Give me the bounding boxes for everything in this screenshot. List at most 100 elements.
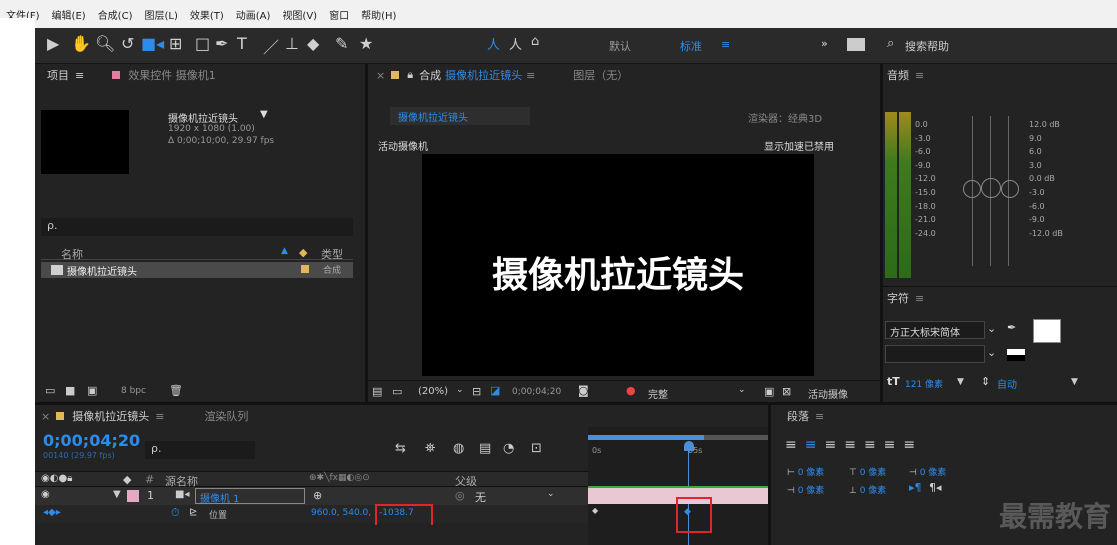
workspace-standard[interactable]: 标准	[680, 38, 702, 54]
zoom-dropdown-icon[interactable]: ⌄	[456, 385, 464, 395]
label-column-icon[interactable]: ◆	[123, 473, 131, 486]
tab-audio[interactable]: 音频	[887, 67, 909, 83]
tab-effect-controls[interactable]: 效果控件 摄像机1	[128, 67, 216, 83]
font-size-value[interactable]: 121 像素	[905, 377, 943, 390]
close-tab-icon[interactable]: ×	[376, 69, 385, 82]
workspace-expand[interactable]: »	[821, 37, 828, 50]
fit-icon[interactable]: ⊟	[472, 385, 481, 398]
selection-tool-icon[interactable]: ▶	[47, 34, 59, 53]
space-after[interactable]: ⊥ 0 像素	[849, 483, 886, 496]
align-center-icon[interactable]: ≡	[805, 437, 825, 453]
position-z-value[interactable]: -1038.7	[379, 508, 414, 518]
character-menu-icon[interactable]: ≡	[915, 292, 924, 305]
tab-paragraph[interactable]: 段落	[787, 408, 809, 424]
rotate-tool-icon[interactable]: ↺	[121, 34, 134, 53]
comp-canvas[interactable]: 摄像机拉近镜头	[422, 154, 814, 376]
eraser-tool-icon[interactable]: ◆	[307, 34, 319, 53]
tab-project[interactable]: 项目	[47, 67, 69, 83]
bit-depth[interactable]: 8 bpc	[121, 386, 146, 396]
timeline-timecode[interactable]: 0;00;04;20	[43, 431, 140, 450]
shy-switch-icon[interactable]: ⊕	[313, 489, 322, 502]
tab-render-queue[interactable]: 渲染队列	[204, 408, 248, 424]
switches-header-icon[interactable]: ⊕✱╲fx▦◐◎⊙	[309, 473, 370, 483]
roto-brush-tool-icon[interactable]: ✎	[335, 34, 348, 53]
pan-behind-tool-icon[interactable]: ⊞	[169, 34, 182, 53]
view-select[interactable]: 活动摄像	[808, 386, 848, 401]
eyedropper-icon[interactable]: ✒	[1007, 321, 1016, 334]
audio-menu-icon[interactable]: ≡	[915, 69, 924, 82]
position-xy-value[interactable]: 960.0, 540.0,	[311, 508, 371, 518]
justify-center-icon[interactable]: ≡	[864, 437, 884, 453]
menu-composition[interactable]: 合成(C)	[98, 7, 133, 22]
new-comp-icon[interactable]: ▣	[87, 384, 97, 397]
clone-stamp-tool-icon[interactable]: ⊥	[285, 34, 299, 53]
av-switches-icon[interactable]: ◉◐●🔒︎	[41, 473, 73, 484]
expand-layer-icon[interactable]: ▼	[113, 489, 121, 500]
fill-color-swatch[interactable]	[1033, 319, 1061, 343]
menu-view[interactable]: 视图(V)	[282, 7, 317, 22]
keyframe-start-icon[interactable]: ◆	[592, 506, 598, 515]
leading-value[interactable]: 自动	[997, 376, 1017, 391]
lock-icon[interactable]: 🔒︎	[407, 68, 413, 82]
audio-knob-left[interactable]	[963, 180, 981, 198]
property-row[interactable]: ◂◆▸ ⏱︎ ⊵ 位置 960.0, 540.0, -1038.7	[35, 504, 588, 534]
project-item-row[interactable]: 摄像机拉近镜头 合成	[41, 262, 353, 278]
visibility-icon[interactable]: ◉	[41, 489, 50, 500]
font-family-select[interactable]: 方正大标宋简体	[885, 321, 985, 339]
pickwhip-icon[interactable]: ◎	[455, 489, 465, 502]
menu-effect[interactable]: 效果(T)	[190, 7, 224, 22]
comp-subtab[interactable]: 摄像机拉近镜头	[390, 107, 530, 125]
mask-visibility-icon[interactable]: ◪	[490, 384, 500, 397]
camera-tool-icon[interactable]: ■◂	[141, 34, 164, 53]
layer-color-label[interactable]	[127, 490, 139, 502]
menu-animation[interactable]: 动画(A)	[236, 7, 271, 22]
keyframe-nav-icon[interactable]: ◂◆▸	[43, 507, 61, 518]
menu-layer[interactable]: 图层(L)	[144, 7, 177, 22]
tab-composition[interactable]: 摄像机拉近镜头	[445, 67, 522, 83]
sort-up-icon[interactable]: ▲	[281, 246, 288, 256]
viewer-timecode[interactable]: 0;00;04;20	[512, 387, 561, 397]
zoom-select[interactable]: (20%)	[418, 386, 448, 397]
rectangle-tool-icon[interactable]: □	[195, 34, 210, 53]
comp-menu-icon[interactable]: ≡	[526, 69, 535, 82]
time-graph[interactable]: 0s 05s ◆ ◆	[588, 427, 768, 545]
view-axis-icon[interactable]: ⌂	[531, 34, 539, 49]
style-dropdown-icon[interactable]: ⌄	[987, 346, 996, 359]
align-left-icon[interactable]: ≡	[785, 437, 805, 453]
color-swap-icon[interactable]	[1007, 349, 1025, 361]
quality-select[interactable]: 完整	[648, 386, 668, 401]
menu-edit[interactable]: 编辑(E)	[52, 7, 86, 22]
dropdown-arrow-icon[interactable]: ▼	[260, 109, 268, 120]
world-axis-icon[interactable]: 人	[509, 34, 522, 53]
stopwatch-icon[interactable]: ⏱︎	[171, 506, 180, 520]
snapshot-icon[interactable]: ▤	[372, 385, 382, 398]
frame-blending-icon[interactable]: ▤	[479, 441, 491, 456]
next-layer-row[interactable]	[35, 525, 588, 545]
layer-row[interactable]: ◉ ▼ 1 ■◂ 摄像机 1 ⊕ ◎ 无 ⌄	[35, 487, 588, 505]
shy-layers-icon[interactable]: ◍	[453, 441, 464, 456]
audio-knob-master[interactable]	[981, 178, 1001, 198]
new-folder-icon[interactable]: ■	[65, 384, 75, 397]
timeline-search-input[interactable]: ρ.	[145, 441, 255, 459]
workspace-menu-icon[interactable]: ≡	[721, 38, 730, 51]
playhead-handle[interactable]	[684, 441, 694, 451]
comp-flowchart-icon[interactable]: ⇆	[395, 441, 406, 456]
menu-window[interactable]: 窗口	[329, 7, 349, 22]
space-before[interactable]: ⊤ 0 像素	[849, 465, 886, 478]
justify-right-icon[interactable]: ≡	[884, 437, 904, 453]
local-axis-icon[interactable]: 人	[487, 34, 500, 53]
workspace-default[interactable]: 默认	[609, 38, 631, 54]
indent-right[interactable]: ⊣ 0 像素	[787, 483, 824, 496]
align-right-icon[interactable]: ≡	[824, 437, 844, 453]
camera-snapshot-icon[interactable]: ◙	[578, 384, 589, 397]
color-channel-icon[interactable]: ●	[626, 384, 636, 397]
project-menu-icon[interactable]: ≡	[75, 69, 84, 82]
draft-3d-icon[interactable]: ⛯	[425, 441, 435, 456]
font-style-select[interactable]	[885, 345, 985, 363]
quality-dropdown-icon[interactable]: ⌄	[738, 385, 746, 395]
renderer-label[interactable]: 渲染器：经典3D	[748, 110, 822, 125]
work-area-range[interactable]	[588, 435, 704, 440]
monitor-icon[interactable]: ▭	[392, 385, 402, 398]
pen-tool-icon[interactable]: ✒	[215, 34, 228, 53]
size-dropdown-icon[interactable]: ▼	[957, 377, 964, 387]
